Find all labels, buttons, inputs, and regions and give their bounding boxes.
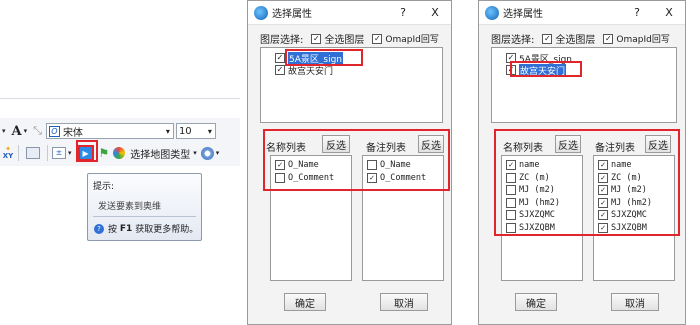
xy-coordinate-icon[interactable]: ✦ XY xyxy=(2,146,14,160)
all-layers-checkbox[interactable]: ✓ xyxy=(542,33,553,44)
dialog-title: 选择属性 xyxy=(503,9,543,20)
map-type-label[interactable]: 选择地图类型 xyxy=(130,146,190,161)
writeback-checkbox[interactable]: ✓ xyxy=(603,33,614,44)
app-icon xyxy=(254,5,268,20)
writeback-label: OmapId回写 xyxy=(616,35,670,45)
help-icon: ? xyxy=(94,223,104,234)
table-icon[interactable] xyxy=(26,147,40,159)
tooltip-divider xyxy=(93,216,196,217)
close-button[interactable]: X xyxy=(419,6,451,19)
dialog-title: 选择属性 xyxy=(272,9,312,20)
font-italic-icon: O xyxy=(48,125,60,137)
dropdown-arrow-icon[interactable]: ▾ xyxy=(68,149,72,157)
tooltip-body: 发送要素到奥维 xyxy=(98,202,162,212)
writeback-checkbox[interactable]: ✓ xyxy=(372,33,383,44)
dropdown-arrow-icon[interactable]: ▾ xyxy=(193,149,197,157)
font-size-value: 10 xyxy=(178,125,192,137)
dropdown-arrow-icon[interactable]: ▾ xyxy=(24,127,28,135)
help-button[interactable]: ? xyxy=(621,6,653,19)
tooltip-title: 提示: xyxy=(93,182,115,192)
colorful-circle-icon[interactable] xyxy=(113,147,126,159)
layer-select-label: 图层选择: xyxy=(260,35,304,46)
ok-button[interactable]: 确定 xyxy=(284,293,326,311)
highlight-send-button xyxy=(76,140,98,162)
help-button[interactable]: ? xyxy=(387,6,419,19)
tooltip: 提示: 发送要素到奥维 ? 按 F1 获取更多帮助。 xyxy=(87,173,202,241)
font-name-select[interactable]: O 宋体 ▾ xyxy=(45,123,174,139)
close-button[interactable]: X xyxy=(653,6,685,19)
cancel-button[interactable]: 取消 xyxy=(380,293,428,311)
divider xyxy=(0,98,240,99)
separator xyxy=(18,145,19,161)
layer-checkbox[interactable]: ✓ xyxy=(275,65,285,75)
writeback-label: OmapId回写 xyxy=(385,35,439,45)
highlight-field-lists-1 xyxy=(263,129,450,191)
all-layers-label: 全选图层 xyxy=(324,35,365,46)
dialog-titlebar: 选择属性 ? X xyxy=(479,1,685,25)
layer-checkbox[interactable]: ✓ xyxy=(275,53,285,63)
dropdown-arrow-icon[interactable]: ▾ xyxy=(216,149,220,157)
font-name-value: 宋体 xyxy=(62,127,83,139)
separator xyxy=(47,145,48,161)
ok-button[interactable]: 确定 xyxy=(515,293,557,311)
add-table-icon[interactable]: ± xyxy=(52,147,66,159)
chevron-down-icon: ▾ xyxy=(165,126,170,136)
highlight-field-lists-2 xyxy=(494,129,680,236)
all-layers-checkbox[interactable]: ✓ xyxy=(311,33,322,44)
dropdown-arrow-icon[interactable]: ▾ xyxy=(2,127,6,135)
tooltip-help: ? 按 F1 获取更多帮助。 xyxy=(94,222,198,235)
all-layers-label: 全选图层 xyxy=(555,35,596,46)
highlight-layer-selected-1 xyxy=(285,49,363,66)
font-color-a-icon[interactable]: A xyxy=(12,124,22,139)
resize-icon[interactable]: ⤡ xyxy=(33,124,42,138)
font-size-select[interactable]: 10 ▾ xyxy=(175,123,216,139)
cancel-button[interactable]: 取消 xyxy=(611,293,659,311)
green-marker-icon[interactable]: ⚑ xyxy=(99,146,110,160)
layer-select-label: 图层选择: xyxy=(491,35,535,46)
dialog-titlebar: 选择属性 ? X xyxy=(248,1,451,25)
layer-tree[interactable]: ✓ 5A景区_sign ✓ 故宫天安门 xyxy=(491,47,677,123)
app-icon xyxy=(485,5,499,20)
highlight-layer-selected-2 xyxy=(510,61,582,77)
chevron-down-icon: ▾ xyxy=(207,126,212,136)
globe-settings-icon[interactable] xyxy=(200,146,214,160)
